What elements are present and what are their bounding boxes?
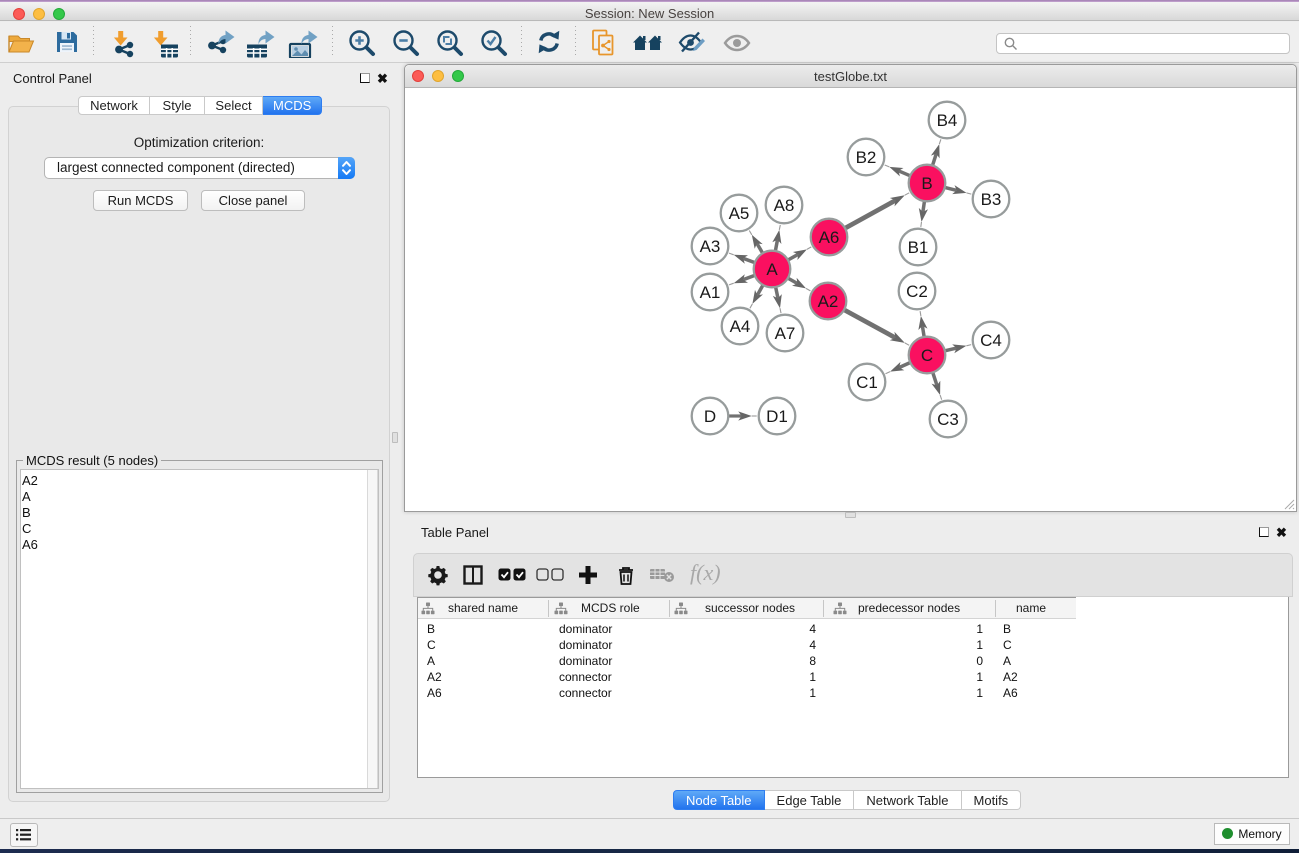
svg-text:B: B — [921, 174, 932, 193]
svg-text:A7: A7 — [775, 324, 796, 343]
svg-text:C: C — [921, 346, 933, 365]
svg-text:A3: A3 — [700, 237, 721, 256]
svg-text:A4: A4 — [730, 317, 751, 336]
svg-text:B1: B1 — [908, 238, 929, 257]
svg-text:C1: C1 — [856, 373, 878, 392]
svg-text:A5: A5 — [729, 204, 750, 223]
svg-text:A: A — [766, 260, 778, 279]
svg-text:A1: A1 — [700, 283, 721, 302]
svg-text:D: D — [704, 407, 716, 426]
svg-text:A2: A2 — [818, 292, 839, 311]
svg-text:A8: A8 — [774, 196, 795, 215]
svg-text:C2: C2 — [906, 282, 928, 301]
svg-text:C4: C4 — [980, 331, 1002, 350]
svg-text:C3: C3 — [937, 410, 959, 429]
svg-text:B4: B4 — [937, 111, 958, 130]
svg-text:B2: B2 — [856, 148, 877, 167]
svg-text:D1: D1 — [766, 407, 788, 426]
svg-text:A6: A6 — [819, 228, 840, 247]
svg-text:B3: B3 — [981, 190, 1002, 209]
